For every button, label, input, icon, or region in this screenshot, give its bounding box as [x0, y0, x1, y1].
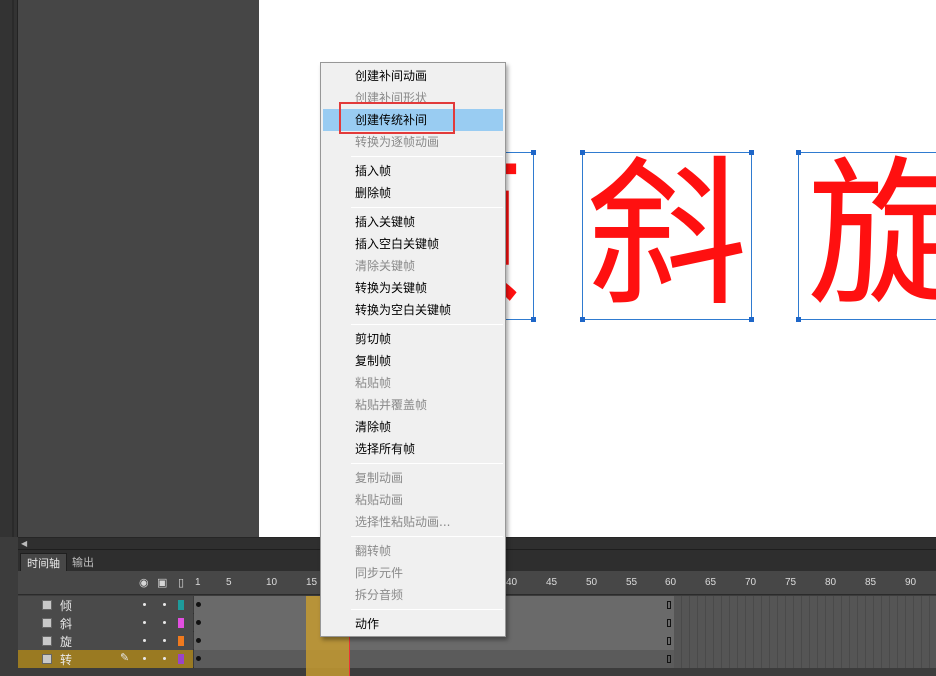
layer-color-swatch[interactable] — [178, 618, 184, 628]
menu-item-create-motion-tween[interactable]: 创建补间动画 — [323, 65, 503, 87]
tab-timeline[interactable]: 时间轴 — [20, 553, 67, 572]
context-menu: 创建补间动画 创建补间形状 创建传统补间 转换为逐帧动画 插入帧 删除帧 插入关… — [320, 62, 506, 637]
layer-icon — [42, 654, 52, 664]
menu-item-paste-and-overwrite-frames[interactable]: 粘贴并覆盖帧 — [323, 394, 503, 416]
layer-icon — [42, 600, 52, 610]
menu-item-cut-frames[interactable]: 剪切帧 — [323, 328, 503, 350]
ruler-label: 5 — [226, 577, 232, 588]
outline-icon[interactable]: ▯ — [178, 576, 184, 589]
layer-name[interactable]: 倾 — [60, 597, 72, 614]
glyph-char-2: 斜 — [587, 141, 748, 328]
lock-icon[interactable]: ▣ — [157, 576, 167, 589]
ruler-label: 70 — [745, 577, 757, 588]
ruler-label: 90 — [905, 577, 917, 588]
layer-name[interactable]: 旋 — [60, 633, 72, 650]
layer-color-swatch[interactable] — [178, 654, 184, 664]
ruler-label: 45 — [546, 577, 558, 588]
ruler-label: 85 — [865, 577, 877, 588]
ruler-label: 10 — [266, 577, 278, 588]
tools-panel-edge — [0, 0, 18, 537]
ruler-label: 75 — [785, 577, 797, 588]
menu-item-remove-frames[interactable]: 删除帧 — [323, 182, 503, 204]
ruler-label: 40 — [506, 577, 518, 588]
ruler-label: 65 — [705, 577, 717, 588]
menu-item-clear-frames[interactable]: 清除帧 — [323, 416, 503, 438]
glyph-box-2[interactable]: 斜 — [580, 141, 754, 328]
menu-item-paste-motion[interactable]: 粘贴动画 — [323, 489, 503, 511]
menu-item-clear-keyframe[interactable]: 清除关键帧 — [323, 255, 503, 277]
layer-icon — [42, 636, 52, 646]
layer-name[interactable]: 转 — [60, 651, 72, 668]
ruler-label: 50 — [586, 577, 598, 588]
menu-item-copy-frames[interactable]: 复制帧 — [323, 350, 503, 372]
ruler-label: 60 — [665, 577, 677, 588]
ruler-label: 80 — [825, 577, 837, 588]
menu-item-insert-frame[interactable]: 插入帧 — [323, 160, 503, 182]
menu-item-convert-to-frame-by-frame[interactable]: 转换为逐帧动画 — [323, 131, 503, 153]
ruler-label: 55 — [626, 577, 638, 588]
scroll-left-icon[interactable]: ◀ — [21, 539, 27, 548]
menu-item-paste-motion-special[interactable]: 选择性粘贴动画... — [323, 511, 503, 533]
menu-item-insert-keyframe[interactable]: 插入关键帧 — [323, 211, 503, 233]
menu-item-reverse-frames[interactable]: 翻转帧 — [323, 540, 503, 562]
pencil-icon: ✎ — [120, 651, 130, 664]
menu-item-paste-frames[interactable]: 粘贴帧 — [323, 372, 503, 394]
ruler-label: 15 — [306, 577, 318, 588]
ruler-label: 1 — [195, 577, 201, 588]
glyph-box-3[interactable]: 旋 — [796, 141, 936, 328]
menu-item-copy-motion[interactable]: 复制动画 — [323, 467, 503, 489]
layer-color-swatch[interactable] — [178, 636, 184, 646]
menu-item-insert-blank-keyframe[interactable]: 插入空白关键帧 — [323, 233, 503, 255]
layer-row-selected[interactable]: 转 ✎ — [18, 650, 936, 668]
app-window: 倾 斜 旋 ◀ 时间轴 输出 ◉ ▣ ▯ 1 5 10 15 40 45 50 … — [0, 0, 936, 676]
tab-output[interactable]: 输出 — [66, 553, 100, 572]
eye-icon[interactable]: ◉ — [139, 576, 149, 589]
pasteboard — [18, 0, 259, 537]
menu-item-convert-to-blank-keyframes[interactable]: 转换为空白关键帧 — [323, 299, 503, 321]
highlight-annotation-box — [339, 102, 455, 134]
layer-icon — [42, 618, 52, 628]
layer-name[interactable]: 斜 — [60, 615, 72, 632]
layer-color-swatch[interactable] — [178, 600, 184, 610]
menu-item-select-all-frames[interactable]: 选择所有帧 — [323, 438, 503, 460]
menu-item-convert-to-keyframes[interactable]: 转换为关键帧 — [323, 277, 503, 299]
menu-item-actions[interactable]: 动作 — [323, 613, 503, 635]
menu-item-split-audio[interactable]: 拆分音频 — [323, 584, 503, 606]
glyph-char-3: 旋 — [807, 141, 936, 328]
menu-item-synchronize-symbols[interactable]: 同步元件 — [323, 562, 503, 584]
